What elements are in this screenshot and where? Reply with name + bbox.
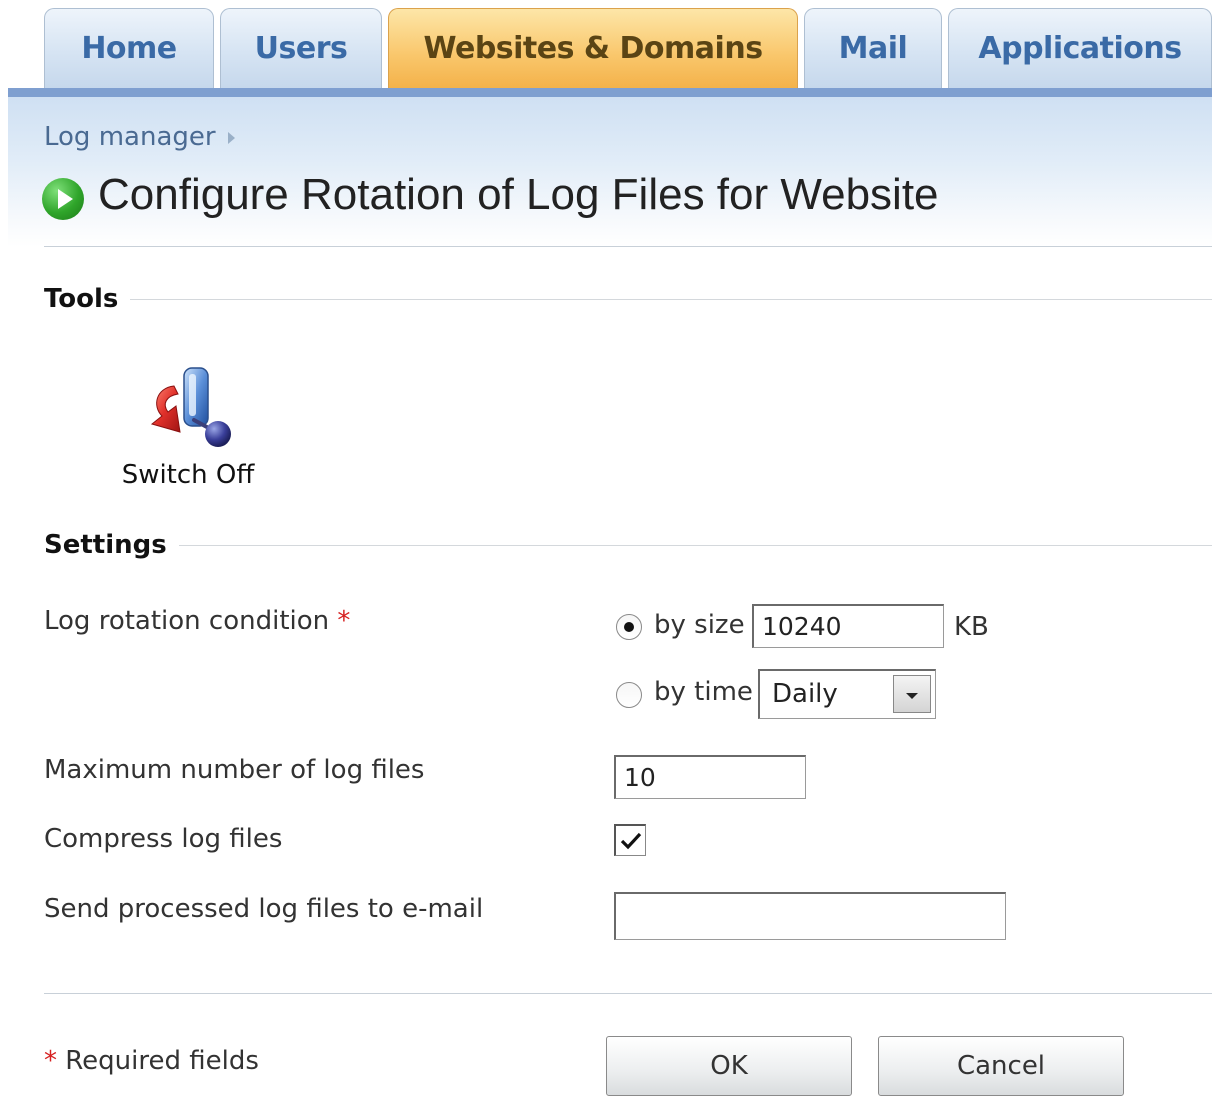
tools-section-divider (130, 298, 1212, 300)
form-bottom-divider (44, 993, 1212, 994)
page-title-row: Configure Rotation of Log Files for Webs… (42, 170, 939, 220)
tab-mail-label: Mail (838, 31, 908, 66)
by-time-label: by time (654, 677, 753, 707)
compress-log-files-checkbox[interactable] (614, 824, 646, 856)
chevron-down-icon[interactable] (893, 675, 931, 713)
size-input[interactable] (752, 604, 944, 648)
tab-users-label: Users (254, 31, 348, 66)
by-size-label: by size (654, 610, 745, 640)
max-log-files-input[interactable] (614, 755, 806, 799)
tab-home[interactable]: Home (44, 8, 214, 88)
tab-mail[interactable]: Mail (804, 8, 942, 88)
cancel-button[interactable]: Cancel (878, 1036, 1124, 1096)
checkmark-icon (620, 832, 641, 849)
email-input[interactable] (614, 892, 1006, 940)
tab-applications[interactable]: Applications (948, 8, 1212, 88)
required-fields-note: * Required fields (44, 1046, 259, 1076)
required-asterisk: * (337, 606, 351, 636)
switch-off-button[interactable]: Switch Off (108, 362, 268, 490)
log-rotation-condition-label: Log rotation condition * (44, 606, 350, 636)
breadcrumb-arrow-icon (227, 132, 235, 144)
tab-home-label: Home (81, 31, 177, 66)
tools-section-title: Tools (44, 284, 119, 314)
time-period-value: Daily (772, 679, 838, 709)
page-title: Configure Rotation of Log Files for Webs… (98, 170, 939, 219)
settings-section-title: Settings (44, 530, 167, 560)
tab-applications-label: Applications (978, 31, 1182, 66)
email-label: Send processed log files to e-mail (44, 894, 484, 924)
tools-section-header: Tools (44, 284, 1212, 314)
log-rotation-condition-text: Log rotation condition (44, 606, 330, 636)
switch-off-icon (150, 367, 231, 447)
tab-websites-domains[interactable]: Websites & Domains (388, 8, 798, 88)
play-icon (42, 178, 84, 220)
title-divider (44, 246, 1212, 247)
breadcrumb-log-manager[interactable]: Log manager (44, 122, 216, 152)
size-unit-label: KB (954, 612, 989, 642)
max-log-files-label: Maximum number of log files (44, 755, 425, 785)
switch-off-label: Switch Off (121, 460, 255, 490)
required-note-asterisk: * (44, 1046, 57, 1076)
compress-log-files-label: Compress log files (44, 824, 283, 854)
time-period-select[interactable]: Daily (758, 669, 936, 719)
settings-section-divider (178, 544, 1212, 546)
tab-underline (8, 88, 1212, 97)
required-note-text: Required fields (65, 1046, 259, 1076)
tab-users[interactable]: Users (220, 8, 382, 88)
by-time-radio[interactable] (616, 682, 642, 708)
settings-section-header: Settings (44, 530, 1212, 560)
main-tab-bar: Home Users Websites & Domains Mail Appli… (0, 0, 1212, 98)
breadcrumb: Log manager (44, 122, 235, 152)
tab-websites-domains-label: Websites & Domains (423, 31, 763, 66)
ok-button[interactable]: OK (606, 1036, 852, 1096)
by-size-radio[interactable] (616, 614, 642, 640)
